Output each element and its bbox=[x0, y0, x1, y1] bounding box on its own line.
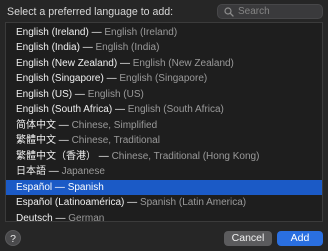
dialog-header: Select a preferred language to add: bbox=[6, 4, 324, 20]
language-separator: — bbox=[55, 212, 66, 222]
language-english-name: Spanish (Latin America) bbox=[139, 197, 247, 208]
language-native-name: English (New Zealand) bbox=[16, 57, 118, 69]
language-native-name: 日本語 bbox=[16, 166, 46, 177]
language-list-item[interactable]: English (India) — English (India) bbox=[6, 40, 322, 56]
language-separator: — bbox=[114, 104, 125, 115]
language-separator: — bbox=[48, 166, 59, 177]
search-field[interactable] bbox=[217, 4, 323, 19]
language-english-name: English (New Zealand) bbox=[132, 57, 234, 69]
cancel-button[interactable]: Cancel bbox=[224, 231, 272, 246]
language-separator: — bbox=[106, 73, 117, 84]
add-language-dialog: Select a preferred language to add: Engl… bbox=[0, 0, 328, 251]
language-separator: — bbox=[58, 135, 69, 146]
language-native-name: English (Singapore) bbox=[16, 73, 104, 84]
language-list-item[interactable]: English (South Africa) — English (South … bbox=[6, 102, 322, 118]
language-english-name: English (South Africa) bbox=[127, 104, 224, 115]
language-list-item[interactable]: 日本語 — Japanese bbox=[6, 164, 322, 180]
language-separator: — bbox=[127, 197, 138, 208]
language-native-name: English (South Africa) bbox=[16, 104, 113, 115]
language-english-name: English (Ireland) bbox=[104, 26, 178, 38]
add-button[interactable]: Add bbox=[277, 231, 323, 246]
language-separator: — bbox=[54, 181, 65, 193]
language-list-item[interactable]: Deutsch — German bbox=[6, 211, 322, 222]
dialog-prompt: Select a preferred language to add: bbox=[7, 6, 174, 18]
search-icon bbox=[224, 7, 234, 17]
help-button[interactable]: ? bbox=[5, 230, 21, 246]
language-separator: — bbox=[58, 119, 69, 131]
language-english-name: English (US) bbox=[87, 88, 144, 100]
language-native-name: 简体中文 bbox=[16, 119, 56, 131]
language-list-item[interactable]: English (Ireland) — English (Ireland) bbox=[6, 25, 322, 41]
language-list-item[interactable]: English (US) — English (US) bbox=[6, 87, 322, 103]
language-english-name: Chinese, Traditional (Hong Kong) bbox=[111, 150, 260, 162]
language-list-item[interactable]: English (New Zealand) — English (New Zea… bbox=[6, 56, 322, 72]
language-separator: — bbox=[91, 26, 102, 38]
language-native-name: 繁體中文（香港） bbox=[16, 150, 96, 162]
language-native-name: Español (Latinoamérica) bbox=[16, 197, 125, 208]
language-english-name: Japanese bbox=[61, 166, 105, 177]
language-separator: — bbox=[74, 88, 85, 100]
language-native-name: English (Ireland) bbox=[16, 26, 89, 38]
language-list-item[interactable]: 繁體中文 — Chinese, Traditional bbox=[6, 133, 322, 149]
language-list-item[interactable]: English (Singapore) — English (Singapore… bbox=[6, 71, 322, 87]
language-list-item[interactable]: 繁體中文（香港） — Chinese, Traditional (Hong Ko… bbox=[6, 149, 322, 165]
search-input[interactable] bbox=[238, 5, 318, 18]
language-english-name: Spanish bbox=[67, 181, 104, 193]
language-list[interactable]: English (Ireland) — English (Ireland) Eng… bbox=[5, 22, 323, 222]
language-separator: — bbox=[119, 57, 130, 69]
language-native-name: Deutsch bbox=[16, 212, 53, 222]
language-list-item[interactable]: Español (Latinoamérica) — Spanish (Latin… bbox=[6, 195, 322, 211]
language-english-name: Chinese, Traditional bbox=[71, 135, 160, 146]
language-separator: — bbox=[98, 150, 109, 162]
language-native-name: English (India) bbox=[16, 42, 80, 53]
language-english-name: Chinese, Simplified bbox=[71, 119, 158, 131]
language-list-item[interactable]: Español — Spanish bbox=[6, 179, 322, 195]
language-separator: — bbox=[82, 42, 93, 53]
language-native-name: English (US) bbox=[16, 88, 73, 100]
language-native-name: Español bbox=[16, 181, 53, 193]
language-list-item[interactable]: 简体中文 — Chinese, Simplified bbox=[6, 118, 322, 134]
language-english-name: English (Singapore) bbox=[119, 73, 208, 84]
language-english-name: German bbox=[68, 212, 105, 222]
language-english-name: English (India) bbox=[95, 42, 160, 53]
language-native-name: 繁體中文 bbox=[16, 135, 56, 146]
